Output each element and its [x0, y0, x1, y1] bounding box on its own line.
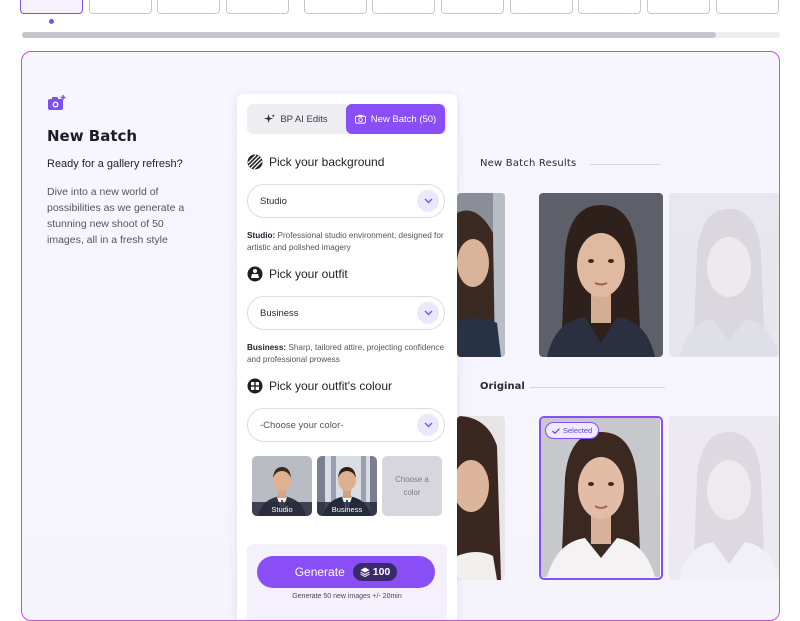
outfit-preset-list: Studio Business Choose a color	[252, 456, 442, 518]
background-select-value: Studio	[260, 195, 287, 207]
batch-config-panel: BP AI Edits New Batch (50) Pick your bac…	[237, 94, 457, 620]
chevron-down-icon	[417, 302, 439, 324]
background-hint: Studio: Professional studio environment,…	[247, 230, 447, 254]
generate-button[interactable]: Generate 100	[257, 556, 435, 588]
thumbnail[interactable]	[304, 0, 367, 14]
thumbnail[interactable]	[578, 0, 641, 14]
hint-text: Professional studio environment, designe…	[247, 231, 444, 252]
tab-new-batch[interactable]: New Batch (50)	[346, 104, 445, 134]
outfit-hint: Business: Sharp, tailored attire, projec…	[247, 342, 447, 366]
result-photo[interactable]	[669, 193, 779, 357]
new-batch-card: New Batch Ready for a gallery refresh? D…	[21, 51, 780, 621]
camera-icon	[354, 114, 366, 124]
outfit-section-title: Pick your outfit	[247, 266, 348, 282]
credit-count: 100	[372, 566, 391, 578]
tab-label: BP AI Edits	[280, 113, 328, 125]
thumbnail[interactable]	[441, 0, 504, 14]
page-title: New Batch	[47, 127, 138, 145]
thumbnail[interactable]	[510, 0, 573, 14]
results-title: New Batch Results	[480, 158, 577, 169]
preset-studio[interactable]: Studio	[252, 456, 312, 516]
active-indicator-dot	[49, 19, 54, 24]
colour-select[interactable]: -Choose your color-	[247, 408, 445, 442]
portrait-image	[457, 416, 505, 580]
original-photo[interactable]	[457, 416, 505, 580]
thumbnail[interactable]	[226, 0, 289, 14]
check-icon	[552, 427, 560, 434]
tagline: Ready for a gallery refresh?	[47, 158, 183, 170]
intro-section: New Batch Ready for a gallery refresh? D…	[47, 94, 197, 248]
section-title-text: Pick your outfit	[269, 267, 348, 281]
generate-label: Generate	[294, 565, 345, 579]
original-title: Original	[480, 381, 525, 392]
colour-select-placeholder: -Choose your color-	[260, 419, 344, 431]
thumbnail[interactable]	[20, 0, 83, 14]
tab-bp-ai-edits[interactable]: BP AI Edits	[247, 104, 345, 134]
tab-label: New Batch (50)	[370, 113, 437, 125]
portrait-image	[539, 193, 663, 357]
colour-section-title: Pick your outfit's colour	[247, 378, 392, 394]
result-photo[interactable]	[539, 193, 663, 357]
chevron-down-icon	[417, 414, 439, 436]
selected-badge-label: Selected	[563, 426, 593, 435]
outfit-icon	[247, 266, 263, 282]
scrollbar-thumb[interactable]	[22, 32, 716, 38]
thumbnail[interactable]	[89, 0, 152, 14]
sparkle-icon	[264, 113, 276, 123]
section-title-text: Pick your background	[269, 155, 385, 169]
background-stripes-icon	[247, 154, 263, 170]
selected-badge: Selected	[545, 422, 600, 439]
original-photo-selected[interactable]: Selected	[539, 416, 663, 580]
original-photo[interactable]	[669, 416, 779, 580]
preset-label: Business	[317, 502, 377, 516]
hint-bold: Business:	[247, 343, 287, 352]
chevron-down-icon	[417, 190, 439, 212]
portrait-image	[669, 193, 779, 357]
credits-stack-icon	[360, 567, 370, 577]
background-select[interactable]: Studio	[247, 184, 445, 218]
outfit-select-value: Business	[260, 307, 299, 319]
thumbnail[interactable]	[716, 0, 779, 14]
palette-grid-icon	[247, 378, 263, 394]
credit-badge: 100	[352, 563, 398, 581]
generate-subtext: Generate 50 new images +/- 20min	[292, 593, 402, 600]
result-photo[interactable]	[457, 193, 505, 357]
camera-plus-icon	[48, 95, 66, 110]
preset-label: Studio	[252, 502, 312, 516]
portrait-image	[669, 416, 779, 580]
outfit-select[interactable]: Business	[247, 296, 445, 330]
generate-area: Generate 100 Generate 50 new images +/- …	[247, 544, 447, 620]
divider	[590, 164, 660, 165]
background-section-title: Pick your background	[247, 154, 384, 170]
thumbnail[interactable]	[647, 0, 710, 14]
preset-label: Choose a color	[395, 475, 429, 497]
section-title-text: Pick your outfit's colour	[269, 379, 393, 393]
mode-toggle: BP AI Edits New Batch (50)	[247, 104, 447, 134]
divider	[530, 387, 665, 388]
portrait-image	[541, 418, 660, 577]
thumbnail-strip	[20, 0, 800, 14]
thumbnail[interactable]	[157, 0, 220, 14]
preset-choose-color[interactable]: Choose a color	[382, 456, 442, 516]
preset-business[interactable]: Business	[317, 456, 377, 516]
description: Dive into a new world of possibilities a…	[47, 186, 185, 246]
thumbnail[interactable]	[372, 0, 435, 14]
horizontal-scrollbar[interactable]	[22, 32, 780, 38]
portrait-image	[457, 193, 505, 357]
hint-bold: Studio:	[247, 231, 276, 240]
